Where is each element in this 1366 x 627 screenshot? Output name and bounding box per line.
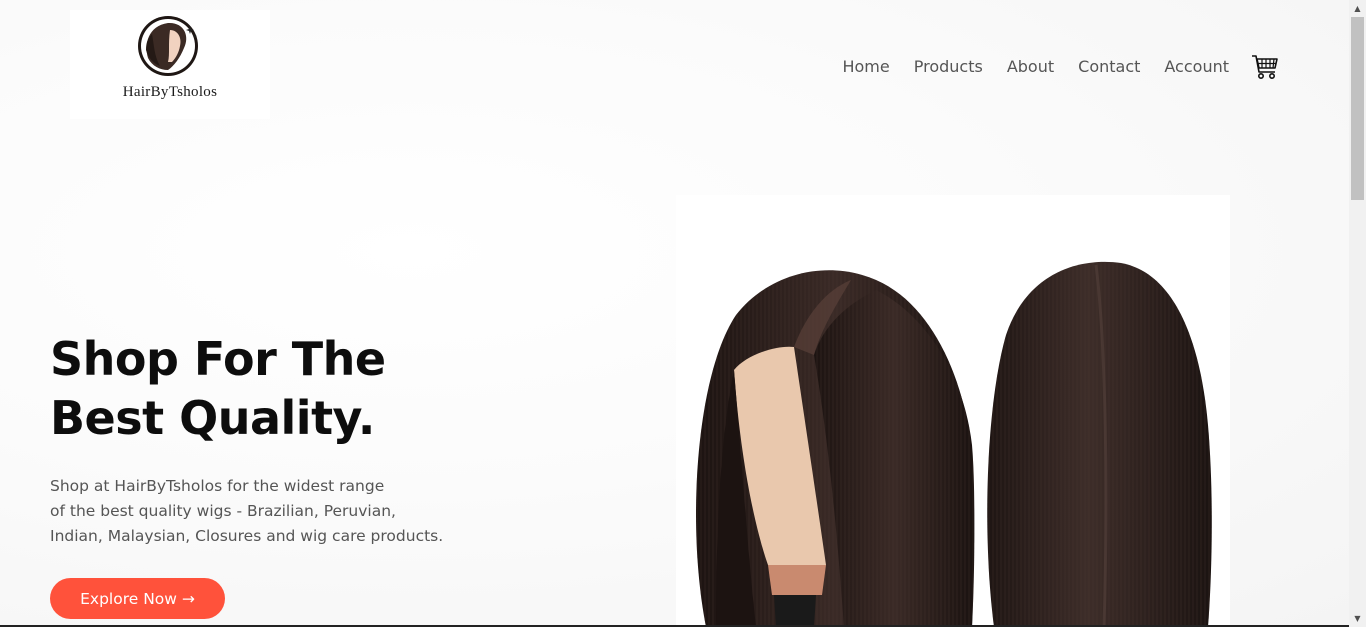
- nav-home-link[interactable]: Home: [842, 53, 889, 81]
- wigs-illustration: [696, 261, 1212, 627]
- nav-products-link[interactable]: Products: [914, 53, 983, 81]
- shopping-cart-icon[interactable]: [1251, 53, 1279, 81]
- woman-profile-logo-icon: [138, 16, 198, 76]
- hero-title-line-2: Best Quality.: [50, 391, 375, 445]
- scroll-up-arrow-icon[interactable]: ▲: [1349, 0, 1366, 17]
- hero-description-line-1: Shop at HairByTsholos for the widest ran…: [50, 477, 385, 495]
- main-nav: Home Products About Contact Account: [818, 53, 1279, 81]
- hero-description-line-3: Indian, Malaysian, Closures and wig care…: [50, 527, 444, 545]
- hero-title-line-1: Shop For The: [50, 332, 386, 386]
- scrollbar-thumb[interactable]: [1351, 17, 1364, 200]
- hero-description-line-2: of the best quality wigs - Brazilian, Pe…: [50, 502, 396, 520]
- hero-product-image: [676, 195, 1230, 627]
- nav-contact-link[interactable]: Contact: [1078, 53, 1140, 81]
- brand-name: HairByTsholos: [122, 84, 218, 100]
- hero-description: Shop at HairByTsholos for the widest ran…: [50, 474, 470, 549]
- nav-about-link[interactable]: About: [1007, 53, 1054, 81]
- hero-title: Shop For The Best Quality.: [50, 330, 386, 448]
- scroll-down-arrow-icon[interactable]: ▼: [1349, 610, 1366, 627]
- explore-now-button[interactable]: Explore Now →: [50, 578, 225, 619]
- nav-account-link[interactable]: Account: [1164, 53, 1229, 81]
- vertical-scrollbar[interactable]: ▲ ▼: [1349, 0, 1366, 627]
- brand-logo[interactable]: HairByTsholos: [70, 10, 270, 119]
- page: HairByTsholos Home Products About Contac…: [0, 0, 1349, 627]
